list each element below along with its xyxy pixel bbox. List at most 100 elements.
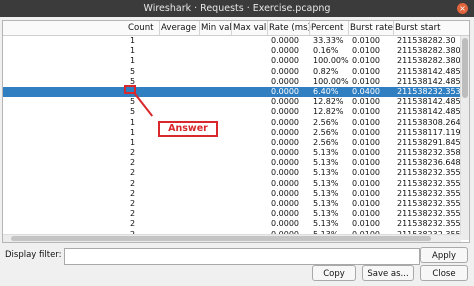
table-cell: 0.0000 <box>271 137 299 147</box>
table-row[interactable]: 1 0.0000 100.00% 0.0100 211538282.380 <box>3 56 461 66</box>
table-cell: 0.0100 <box>352 219 380 229</box>
table-row[interactable]: 2 0.0000 5.13% 0.0100 211538232.355 <box>3 209 461 219</box>
table-row[interactable]: 5 0.0000 12.82% 0.0100 211538142.485 <box>3 97 461 107</box>
table-row[interactable]: 5 0.0000 0.82% 0.0100 211538142.485 <box>3 67 461 77</box>
table-cell: 1 <box>130 117 136 127</box>
horizontal-scroll-thumb[interactable] <box>11 236 431 241</box>
display-filter-input[interactable] <box>64 248 420 265</box>
table-row[interactable]: 1 0.0000 2.56% 0.0100 211538117.119 <box>3 128 461 138</box>
col-max-val[interactable]: Max val <box>233 23 266 33</box>
table-cell: 0.0000 <box>271 178 299 188</box>
table-cell: 211538282.30 <box>397 36 456 45</box>
table-cell: 0.0000 <box>271 66 299 76</box>
table-cell: 211538142.485 <box>397 76 461 86</box>
copy-button[interactable]: Copy <box>312 265 356 281</box>
table-cell: 2 <box>130 148 136 158</box>
table-cell: 211538282.380 <box>397 56 461 66</box>
table-cell: 5.13% <box>313 188 339 198</box>
table-cell: 0.0000 <box>271 219 299 229</box>
table-row[interactable]: 5 0.0000 100.00% 0.0100 211538142.485 <box>3 77 461 87</box>
table-cell: 0.0100 <box>352 117 380 127</box>
table-cell: 211538232.355 <box>397 168 461 178</box>
table-row[interactable]: 1 0.0000 0.16% 0.0100 211538282.380 <box>3 46 461 56</box>
window-close-icon[interactable]: × <box>457 3 468 14</box>
table-cell: 211538232.355 <box>397 209 461 219</box>
table-cell: 0.0100 <box>352 36 380 45</box>
window-title: Wireshark · Requests · Exercise.pcapng <box>143 3 331 14</box>
table-row[interactable]: 1 0.0000 33.33% 0.0100 211538282.30 <box>3 36 461 46</box>
vertical-scroll-thumb[interactable] <box>462 38 468 98</box>
table-cell: 0.0000 <box>271 107 299 117</box>
col-percent[interactable]: Percent <box>311 23 343 33</box>
table-cell: 0.0100 <box>352 137 380 147</box>
table-cell: 211538142.485 <box>397 97 461 107</box>
save-as-button[interactable]: Save as... <box>362 265 414 281</box>
table-row[interactable]: 2 0.0000 5.13% 0.0100 211538232.358 <box>3 148 461 158</box>
table-row[interactable]: 1 0.0000 2.56% 0.0100 211538308.264 <box>3 118 461 128</box>
stats-table[interactable]: Count Average Min val Max val Rate (ms) … <box>2 20 470 243</box>
table-row[interactable]: 2 0.0000 5.13% 0.0100 211538232.355 <box>3 179 461 189</box>
table-cell: 211538142.485 <box>397 66 461 76</box>
table-cell: 211538232.358 <box>397 148 461 158</box>
table-cell: 5.13% <box>313 168 339 178</box>
table-cell: 6.40% <box>313 86 339 96</box>
table-cell: 33.33% <box>313 36 344 45</box>
table-cell: 12.82% <box>313 107 344 117</box>
display-filter-label: Display filter: <box>5 250 62 260</box>
table-cell: 211538232.355 <box>397 219 461 229</box>
col-burst-rate[interactable]: Burst rate <box>350 23 393 33</box>
apply-button[interactable]: Apply <box>420 247 468 263</box>
table-row[interactable]: 2 0.0000 5.13% 0.0100 211538232.355 <box>3 189 461 199</box>
table-cell: 0.0100 <box>352 46 380 56</box>
table-cell: 211538236.648 <box>397 158 461 168</box>
table-cell: 211538142.485 <box>397 107 461 117</box>
table-row[interactable]: 2 0.0000 5.13% 0.0100 211538232.355 <box>3 168 461 178</box>
table-cell: 211538232.355 <box>397 188 461 198</box>
table-row[interactable]: 2 0.0000 5.13% 0.0100 211538232.355 <box>3 199 461 209</box>
table-cell: 211538117.119 <box>397 127 461 137</box>
table-cell: 211538232.353 <box>397 86 461 96</box>
table-cell: 2 <box>130 219 136 229</box>
table-row[interactable]: 0.0000 6.40% 0.0400 211538232.353 <box>3 86 461 98</box>
table-cell: 0.0000 <box>271 86 299 96</box>
table-cell: 0.16% <box>313 46 339 56</box>
table-cell: 0.0100 <box>352 127 380 137</box>
table-row[interactable]: 1 0.0000 2.56% 0.0100 211538291.845 <box>3 138 461 148</box>
table-cell: 211538291.845 <box>397 137 461 147</box>
table-row[interactable]: 2 0.0000 5.13% 0.0100 211538232.355 <box>3 219 461 229</box>
table-row[interactable]: 2 0.0000 5.13% 0.0100 211538236.648 <box>3 158 461 168</box>
title-bar: Wireshark · Requests · Exercise.pcapng × <box>0 0 474 17</box>
table-cell: 0.0100 <box>352 178 380 188</box>
close-button[interactable]: Close <box>420 265 468 281</box>
table-cell: 0.0000 <box>271 117 299 127</box>
table-cell: 0.0000 <box>271 199 299 208</box>
table-cell: 100.00% <box>313 56 349 66</box>
table-cell: 0.0000 <box>271 97 299 107</box>
table-cell: 0.0100 <box>352 76 380 86</box>
col-min-val[interactable]: Min val <box>201 23 232 33</box>
table-cell: 1 <box>130 46 136 56</box>
table-cell: 0.82% <box>313 66 339 76</box>
table-cell: 0.0100 <box>352 56 380 66</box>
col-rate[interactable]: Rate (ms) <box>269 23 311 33</box>
table-header: Count Average Min val Max val Rate (ms) … <box>3 21 469 36</box>
table-row[interactable]: 5 0.0000 12.82% 0.0100 211538142.485 <box>3 107 461 117</box>
table-cell: 2 <box>130 209 136 219</box>
col-average[interactable]: Average <box>161 23 196 33</box>
table-cell: 0.0400 <box>352 86 380 96</box>
table-cell: 0.0100 <box>352 168 380 178</box>
table-cell: 0.0100 <box>352 148 380 158</box>
col-count[interactable]: Count <box>128 23 154 33</box>
horizontal-scrollbar[interactable] <box>3 234 461 242</box>
table-cell: 0.0100 <box>352 209 380 219</box>
vertical-scrollbar[interactable] <box>460 36 469 240</box>
table-cell: 2 <box>130 158 136 168</box>
table-cell: 0.0100 <box>352 199 380 208</box>
table-cell: 0.0000 <box>271 56 299 66</box>
table-cell: 0.0000 <box>271 148 299 158</box>
table-cell: 5 <box>130 66 136 76</box>
table-cell: 5 <box>130 107 136 117</box>
col-burst-start[interactable]: Burst start <box>395 23 440 33</box>
table-cell: 0.0100 <box>352 107 380 117</box>
answer-callout: Answer <box>158 121 218 137</box>
